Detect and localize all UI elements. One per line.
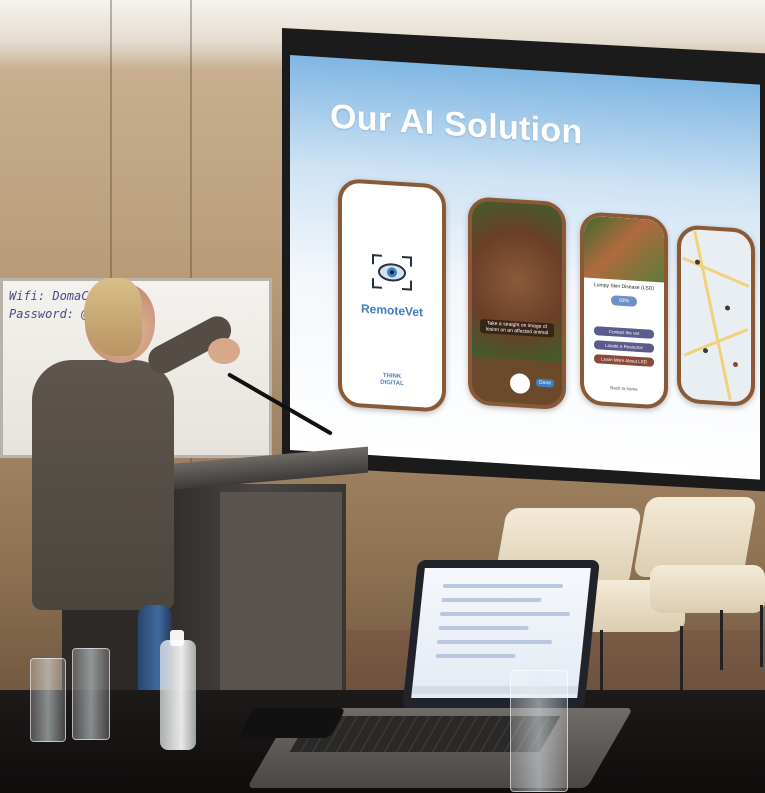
brand-logo: THINK DIGITAL [342, 370, 442, 390]
presenter-hand [208, 338, 240, 364]
smartphone-on-table [238, 708, 346, 738]
chair-leg [680, 626, 683, 696]
chair-leg [720, 610, 723, 670]
map-pin-icon [695, 259, 700, 265]
drinking-glass [510, 670, 568, 792]
diagnosis-title: Lumpy Skin Disease (LSD) [593, 282, 655, 292]
laptop-text-line [436, 640, 553, 644]
camera-done-button: Done [536, 378, 554, 388]
laptop-text-line [442, 584, 564, 588]
laptop-text-line [439, 612, 571, 616]
drinking-glass [30, 658, 66, 742]
locate-resource-button: Locate a Resource [594, 340, 654, 353]
map-road [682, 256, 750, 288]
presentation-slide: Our AI Solution RemoteVet THINK DIGITAL [290, 55, 760, 480]
slide-title: Our AI Solution [330, 97, 583, 152]
back-home-link: Back to home [610, 385, 638, 392]
phone-mockup-result: Lumpy Skin Disease (LSD) 93% Contact the… [580, 211, 668, 410]
confidence-badge: 93% [611, 295, 637, 307]
phone-mockup-splash: RemoteVet THINK DIGITAL [338, 178, 446, 413]
laptop-text-line [441, 598, 542, 602]
chair-leg [760, 605, 763, 667]
phone-mockup-map [677, 224, 755, 408]
whiteboard-password-text: Password: @D [9, 307, 96, 321]
app-name: RemoteVet [360, 301, 424, 320]
contact-vet-button: Contact the vet [594, 326, 654, 339]
calf-photo [584, 215, 664, 283]
map-pin-icon [733, 361, 738, 368]
camera-viewfinder [472, 200, 562, 363]
learn-more-button: Learn More About LSD [594, 354, 654, 367]
presenter-body [32, 360, 174, 610]
sanitizer-bottle [160, 640, 196, 750]
map-pin-icon [725, 305, 730, 311]
map-pin-icon [703, 347, 708, 354]
armchair-seat [650, 565, 765, 613]
drinking-glass [72, 648, 110, 740]
conference-photo: Our AI Solution RemoteVet THINK DIGITAL [0, 0, 765, 793]
laptop-text-line [438, 626, 529, 630]
map-road [693, 231, 732, 401]
phone-mockup-camera: Take a straight on image of lesion on an… [468, 196, 566, 411]
podium-front-panel [220, 492, 342, 722]
laptop-text-line [435, 654, 516, 658]
shutter-button [510, 372, 530, 395]
eye-scan-icon [372, 254, 412, 291]
